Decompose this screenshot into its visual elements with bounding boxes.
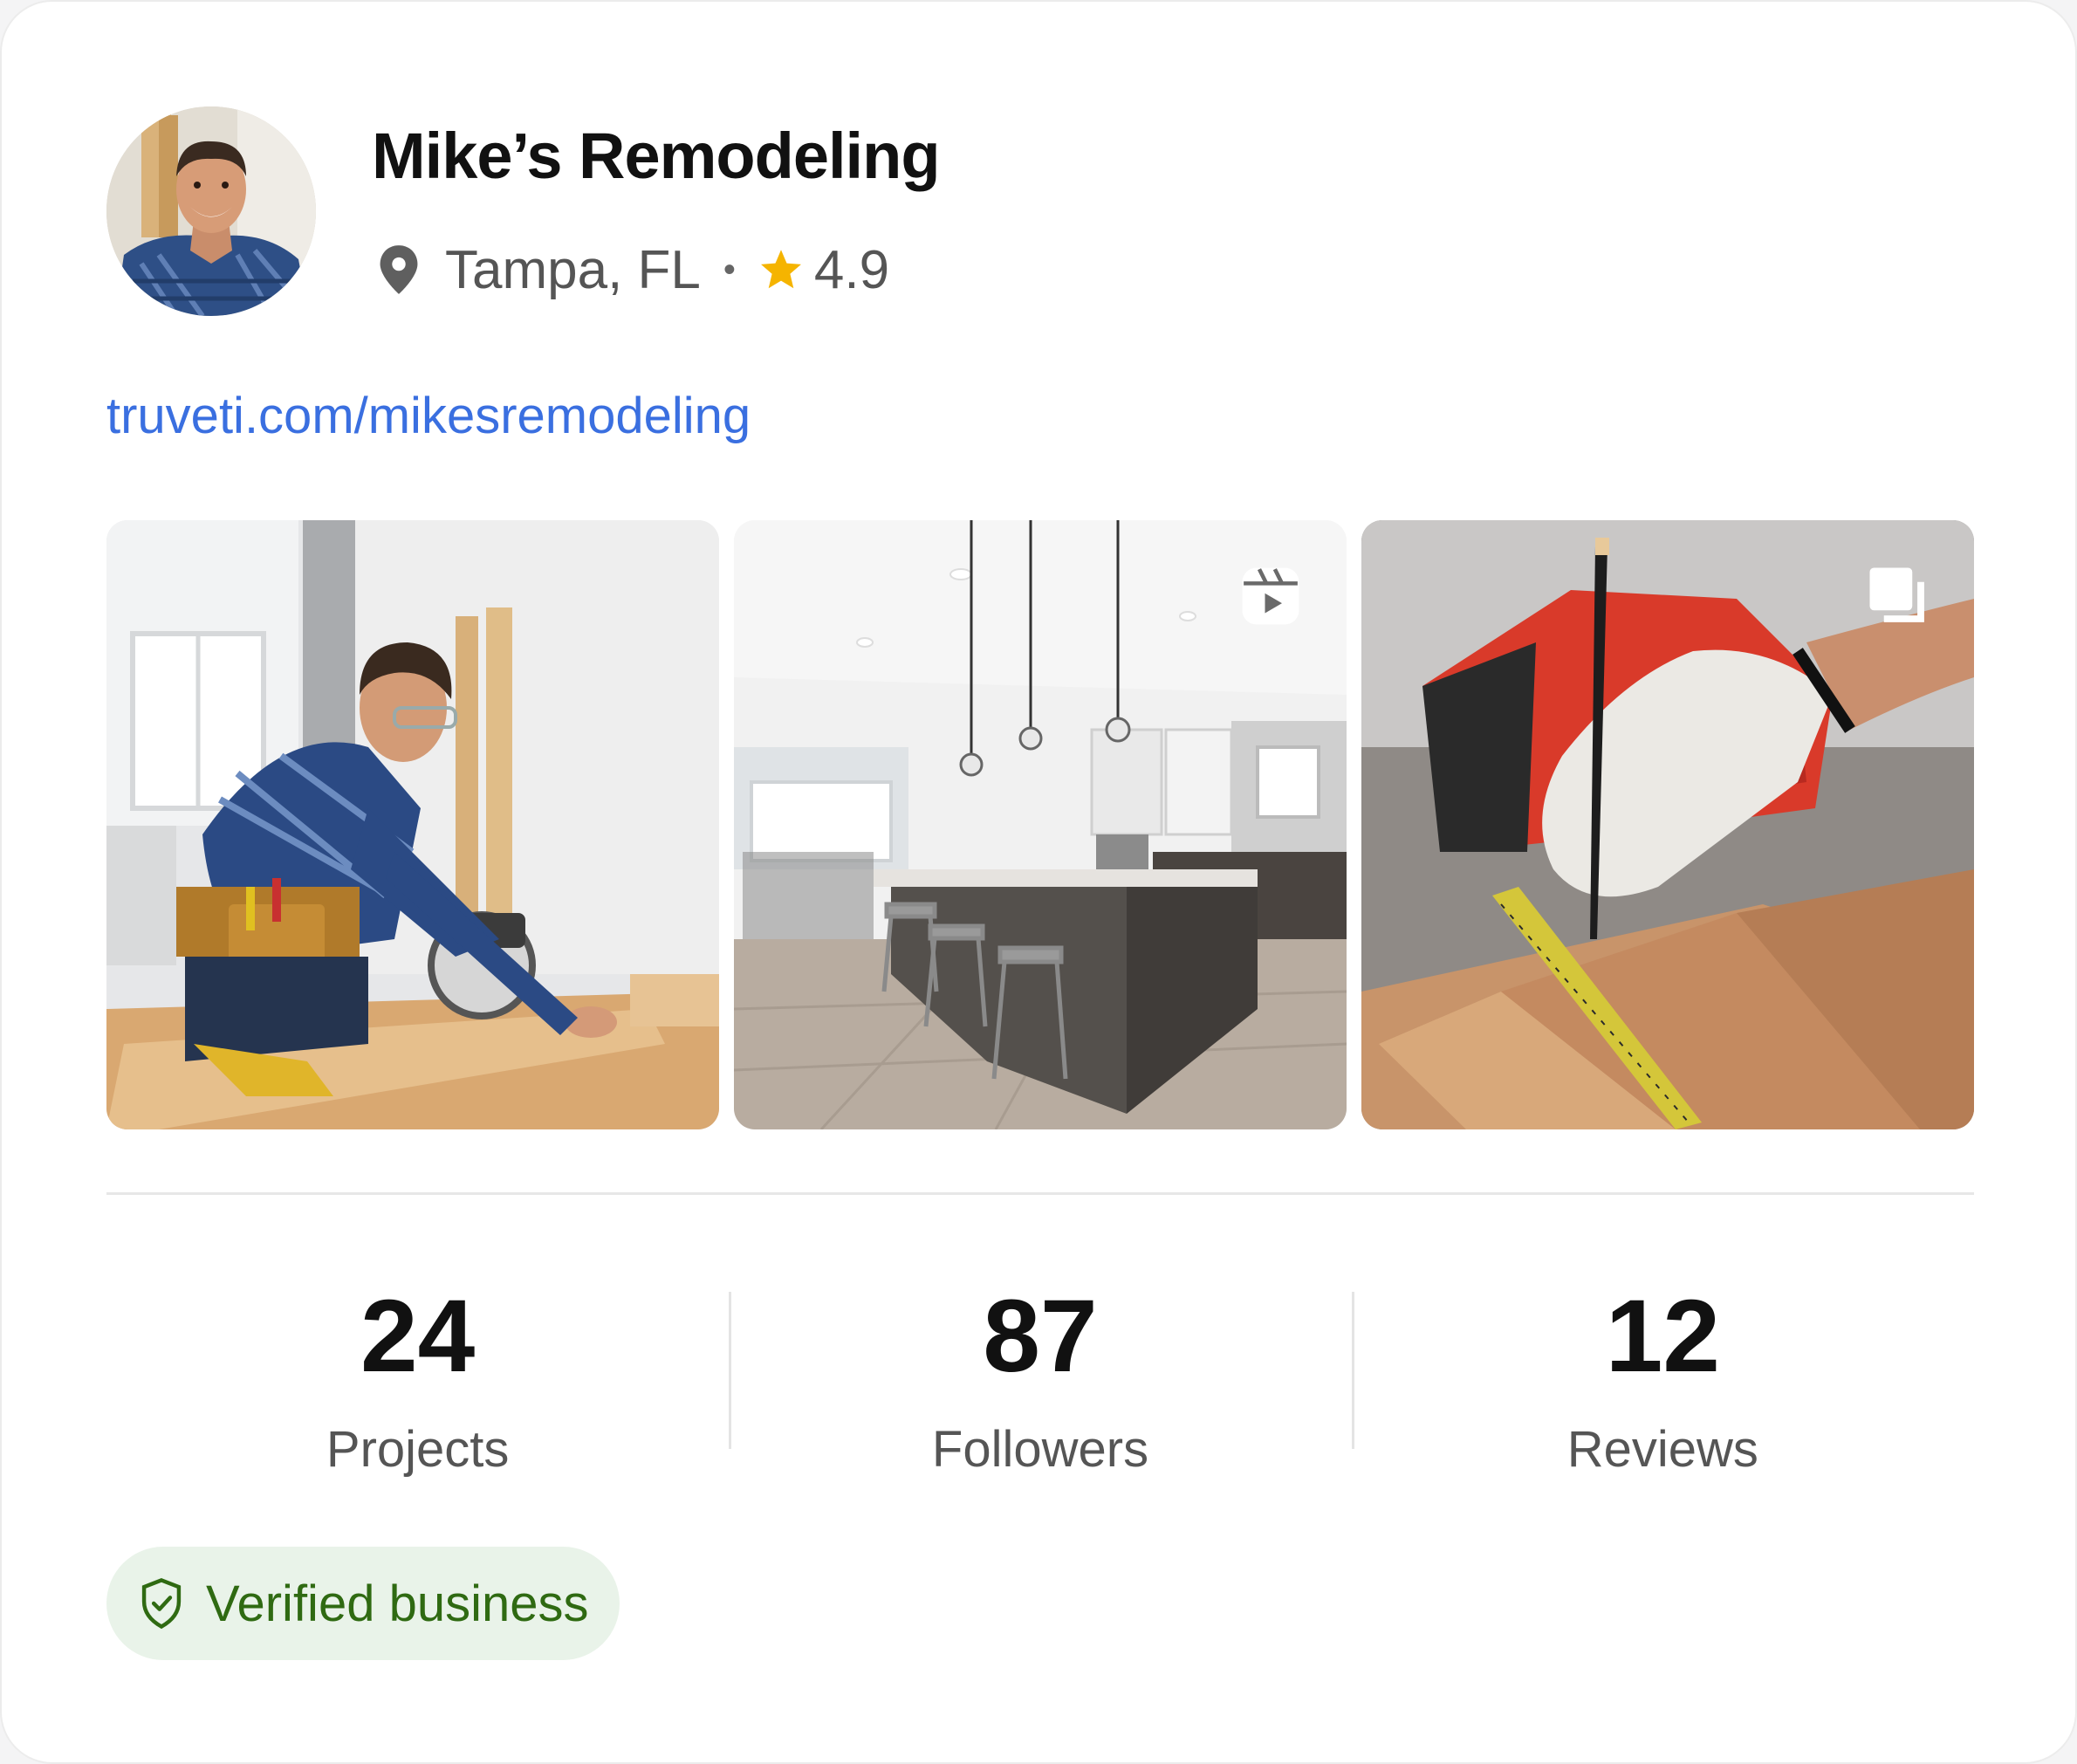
section-divider	[106, 1192, 1974, 1195]
avatar[interactable]	[106, 106, 316, 316]
verified-badge: Verified business	[106, 1547, 620, 1660]
media-gallery	[106, 520, 1974, 1129]
stat-label: Projects	[326, 1421, 510, 1478]
profile-card: Mike’s Remodeling Tampa, FL • 4.9 truvet…	[0, 0, 2077, 1764]
location-pin-icon	[380, 245, 418, 294]
multiple-photos-icon	[1869, 567, 1924, 622]
shield-check-icon	[141, 1578, 182, 1630]
stat-value: 24	[360, 1279, 476, 1394]
stat-projects[interactable]: 24 Projects	[106, 1276, 729, 1503]
stat-followers[interactable]: 87 Followers	[729, 1276, 1351, 1503]
stat-label: Followers	[931, 1421, 1149, 1478]
stat-value: 12	[1605, 1279, 1720, 1394]
stat-reviews[interactable]: 12 Reviews	[1351, 1276, 1974, 1503]
business-name: Mike’s Remodeling	[372, 120, 941, 192]
carpenter-photo	[106, 520, 719, 1129]
separator-dot: •	[723, 250, 736, 289]
avatar-photo	[106, 106, 316, 316]
stats-row: 24 Projects 87 Followers 12 Reviews	[106, 1276, 1974, 1503]
location-text: Tampa, FL	[445, 239, 701, 300]
gallery-tile-carpenter[interactable]	[106, 520, 719, 1129]
gallery-tile-measuring[interactable]	[1361, 520, 1974, 1129]
stat-value: 87	[983, 1279, 1098, 1394]
reel-icon	[1242, 567, 1299, 625]
verified-label: Verified business	[206, 1575, 589, 1632]
meta-row: Tampa, FL • 4.9	[375, 239, 889, 300]
star-icon	[760, 250, 801, 289]
stat-label: Reviews	[1566, 1421, 1758, 1478]
gallery-tile-kitchen[interactable]	[734, 520, 1347, 1129]
profile-link[interactable]: truveti.com/mikesremodeling	[106, 391, 751, 442]
rating-value: 4.9	[813, 239, 890, 300]
